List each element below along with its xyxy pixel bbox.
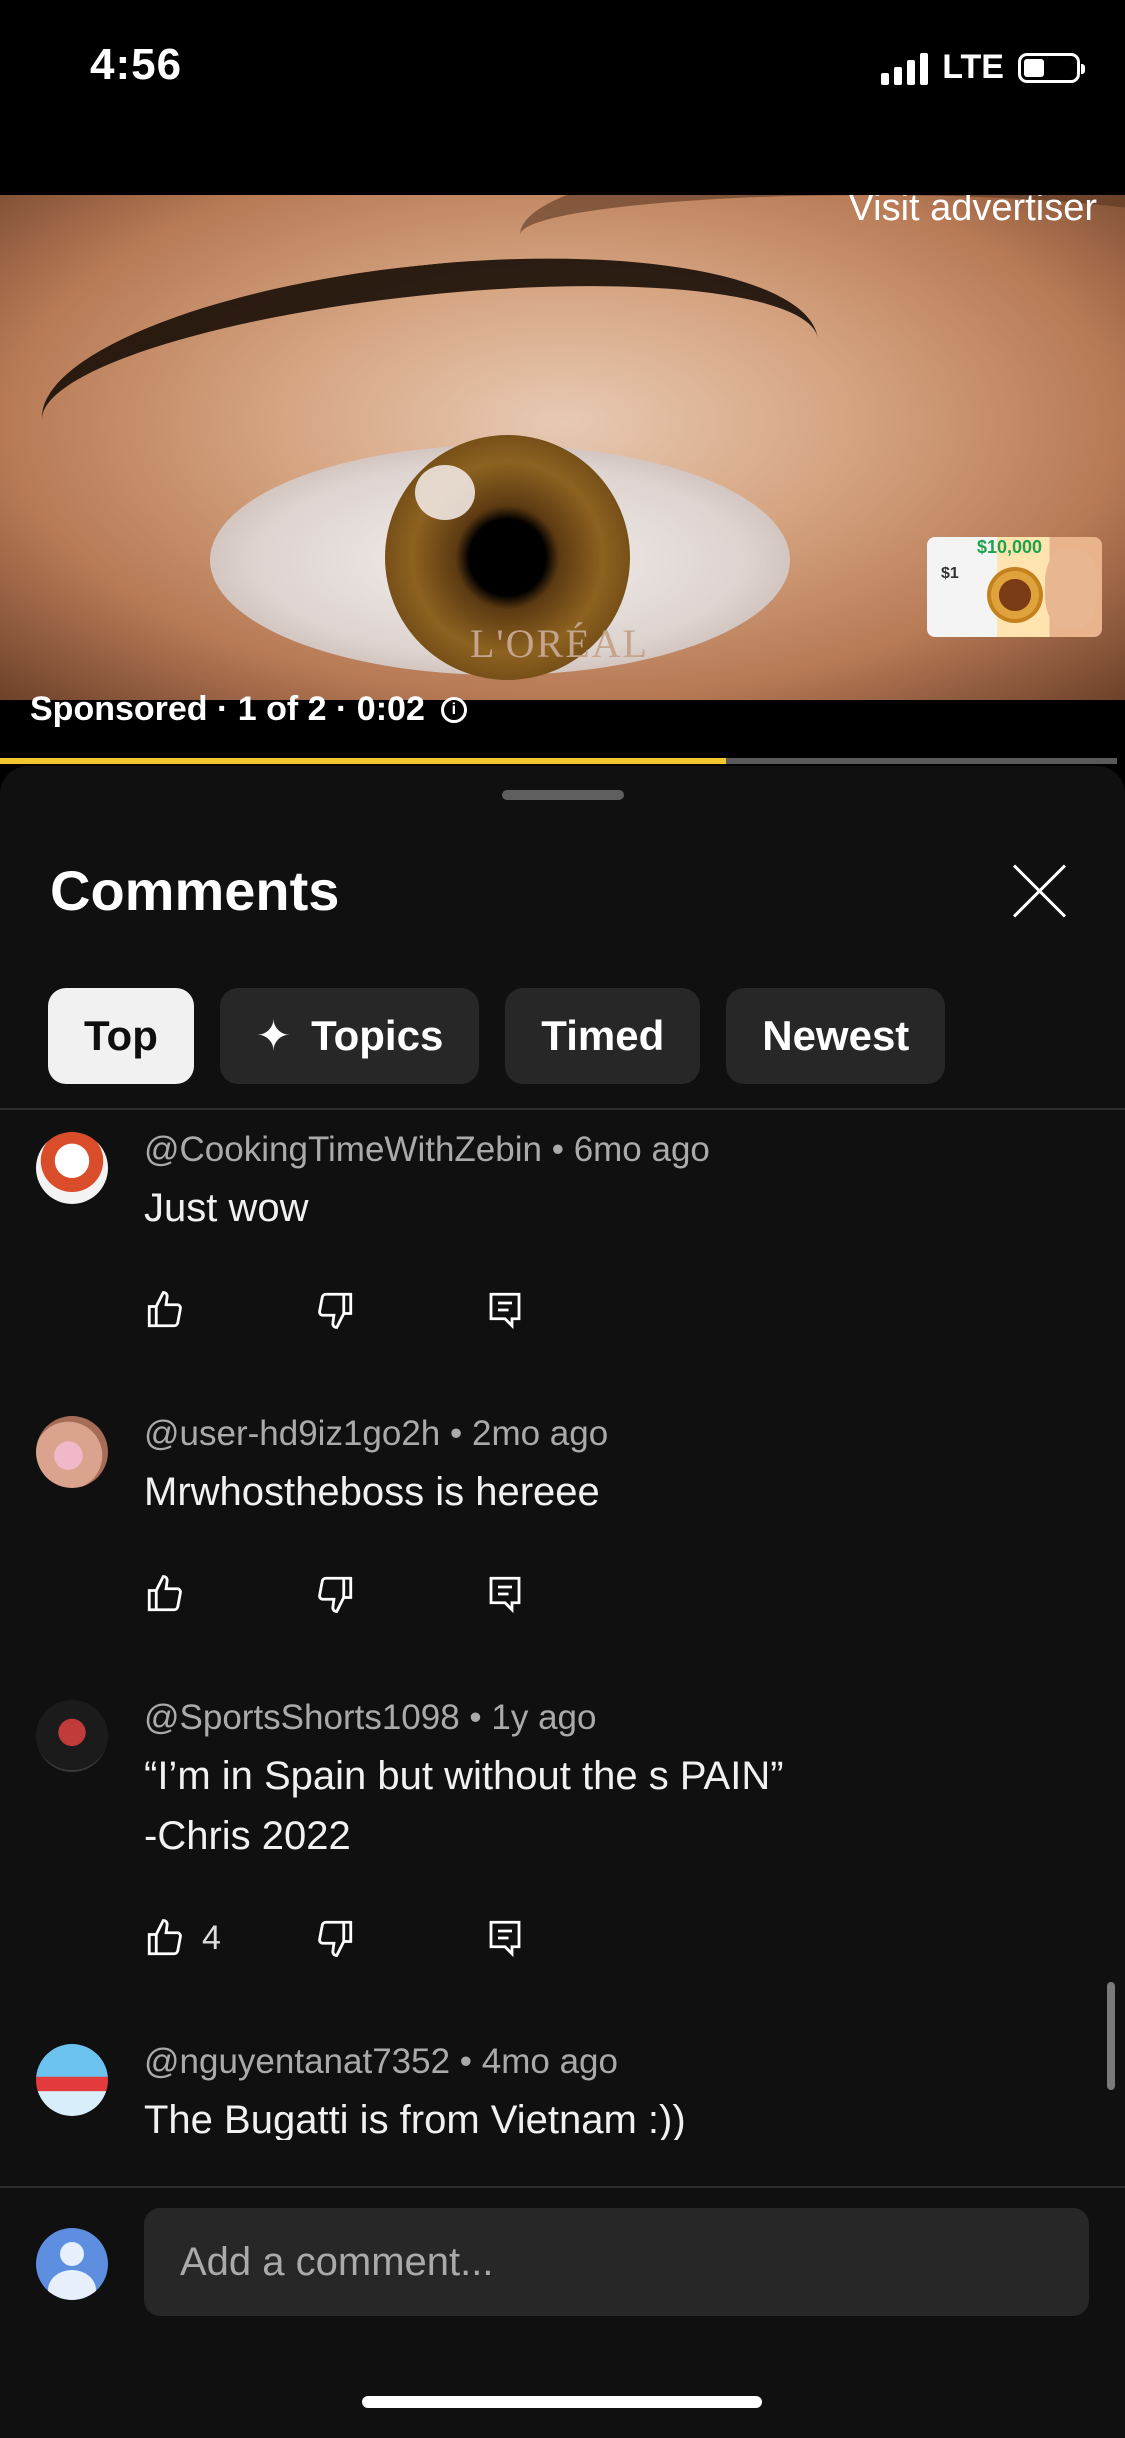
thumbs-up-icon	[147, 1291, 182, 1328]
comment-text: Just wow	[144, 1186, 309, 1230]
thumbs-up-icon	[147, 1919, 182, 1956]
chip-timed-label: Timed	[541, 1012, 665, 1059]
comment-age: 2mo ago	[471, 1414, 609, 1453]
comment-meta: @user-hd9iz1go2h • 2mo ago	[144, 1414, 609, 1453]
like-button[interactable]	[144, 1288, 314, 1332]
avatar[interactable]	[36, 1132, 108, 1204]
comment-meta: @SportsShorts1098 • 1y ago	[144, 1698, 597, 1737]
reply-button[interactable]	[484, 1572, 544, 1616]
avatar[interactable]	[36, 1416, 108, 1488]
sparkle-icon: ✦	[255, 1012, 292, 1059]
video-progress-bar[interactable]	[0, 758, 1117, 764]
creator-face-image	[1045, 549, 1097, 629]
comment-text: The Bugatti is from Vietnam :))	[144, 2098, 686, 2140]
thumbnail-text-small: $1	[941, 565, 959, 582]
comment-age: 6mo ago	[573, 1130, 710, 1169]
comment-author[interactable]: @CookingTimeWithZebin	[144, 1130, 542, 1169]
chip-topics[interactable]: ✦ Topics	[219, 988, 480, 1084]
comment-actions	[144, 1288, 544, 1332]
comment-actions: 4	[144, 1916, 544, 1960]
thumbs-down-icon	[318, 1576, 353, 1613]
comments-scrollbar[interactable]	[1107, 1982, 1115, 2090]
reply-icon	[489, 1576, 521, 1614]
comment-actions	[144, 1572, 544, 1616]
comments-title: Comments	[50, 859, 340, 922]
like-button[interactable]	[144, 1572, 314, 1616]
comment-list[interactable]: @CookingTimeWithZebin • 6mo ago Just wow	[0, 1110, 1125, 2140]
status-time: 4:56	[90, 40, 183, 89]
drag-handle[interactable]	[502, 790, 624, 800]
chip-top-label: Top	[84, 1012, 158, 1059]
info-icon[interactable]: i	[440, 696, 467, 723]
chip-timed[interactable]: Timed	[505, 988, 701, 1084]
like-button[interactable]: 4	[144, 1916, 314, 1960]
dislike-button[interactable]	[314, 1572, 484, 1616]
thumbs-down-icon	[318, 1920, 353, 1957]
comment-author[interactable]: @nguyentanat7352	[144, 2042, 450, 2081]
battery-icon	[1018, 52, 1085, 83]
reply-button[interactable]	[484, 1288, 544, 1332]
thumbs-up-icon	[147, 1575, 182, 1612]
status-bar: 4:56 LTE	[0, 0, 1125, 140]
comment-age: 4mo ago	[481, 2042, 618, 2081]
advertiser-logo: L'ORÉAL	[470, 621, 649, 666]
thumbs-down-icon	[318, 1292, 353, 1329]
chip-top[interactable]: Top	[48, 988, 194, 1084]
user-avatar[interactable]	[36, 2228, 108, 2300]
ad-info-text: Sponsored · 1 of 2 · 0:02	[30, 690, 425, 728]
reply-button[interactable]	[484, 1916, 544, 1960]
dislike-button[interactable]	[314, 1288, 484, 1332]
comment-text: Mrwhostheboss is hereee	[144, 1470, 600, 1514]
filter-chips: Top ✦ Topics Timed Newest	[48, 988, 946, 1084]
chip-newest[interactable]: Newest	[726, 988, 946, 1084]
comment-text: “I’m in Spain but without the s PAIN” -C…	[144, 1754, 784, 1858]
ad-image-highlight	[415, 465, 475, 520]
comment-author[interactable]: @SportsShorts1098	[144, 1698, 460, 1737]
burger-image	[987, 567, 1043, 623]
avatar[interactable]	[36, 1700, 108, 1772]
close-icon[interactable]	[1010, 861, 1070, 921]
comment-age: 1y ago	[491, 1698, 597, 1737]
thumbnail-text-big: $10,000	[977, 537, 1043, 557]
ad-info: Sponsored · 1 of 2 · 0:02 i	[30, 690, 467, 729]
dislike-button[interactable]	[314, 1916, 484, 1960]
video-player[interactable]: L'ORÉAL Visit advertiser $10,000 $1	[0, 195, 1125, 700]
chip-newest-label: Newest	[762, 1012, 910, 1059]
like-count: 4	[202, 1918, 221, 1957]
network-label: LTE	[942, 48, 1004, 86]
signal-icon	[881, 51, 929, 85]
home-indicator[interactable]	[362, 2396, 762, 2408]
reply-icon	[489, 1292, 521, 1330]
video-progress-fill	[0, 758, 727, 764]
comment-meta: @CookingTimeWithZebin • 6mo ago	[144, 1130, 710, 1169]
avatar[interactable]	[36, 2044, 108, 2116]
next-video-thumbnail[interactable]: $10,000 $1	[927, 537, 1102, 637]
comment-meta: @nguyentanat7352 • 4mo ago	[144, 2042, 618, 2081]
reply-icon	[489, 1920, 521, 1958]
chip-topics-label: Topics	[311, 1012, 444, 1059]
add-comment-input[interactable]	[144, 2208, 1089, 2316]
comments-sheet: Comments Top ✦ Topics Timed Newest @Cook…	[0, 766, 1125, 2438]
visit-advertiser-link[interactable]: Visit advertiser	[848, 195, 1097, 230]
comment-author[interactable]: @user-hd9iz1go2h	[144, 1414, 440, 1453]
status-indicators: LTE	[881, 48, 1085, 87]
